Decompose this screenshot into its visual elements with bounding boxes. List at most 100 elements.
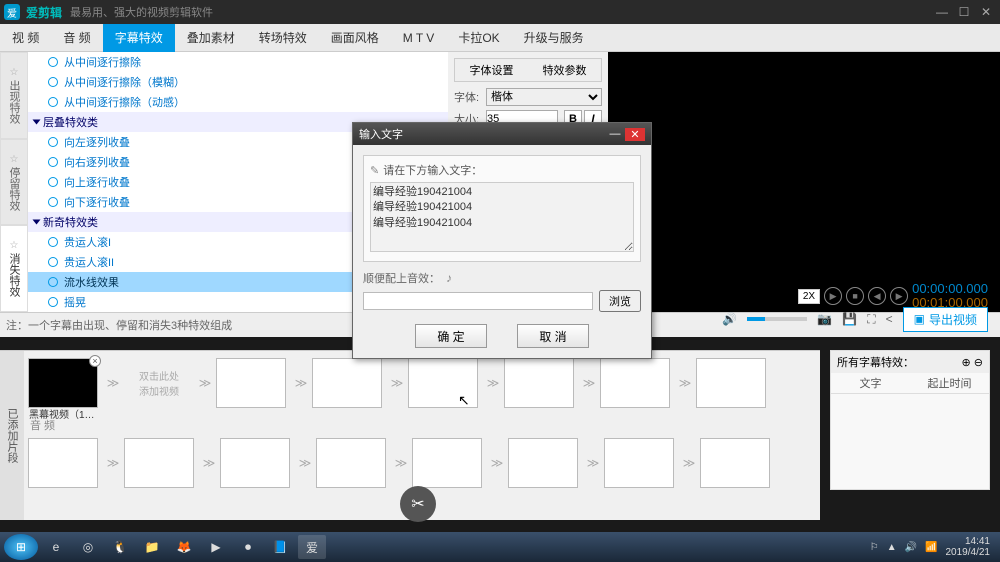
remove-subtitle-icon[interactable]: ⊖ [974, 356, 983, 369]
tab-audio[interactable]: 音 频 [51, 24, 102, 52]
empty-clip[interactable] [216, 358, 286, 408]
arrow-icon: ≫ [676, 374, 694, 392]
tab-video[interactable]: 视 频 [0, 24, 51, 52]
export-icon: ▣ [914, 312, 925, 326]
timeline-side-label: 已添加片段 [0, 351, 24, 520]
empty-clip[interactable] [604, 438, 674, 488]
remove-clip-icon[interactable]: × [89, 355, 101, 367]
windows-taskbar: ⊞ e ◎ 🐧 📁 🦊 ▶ ⏺ 📘 爱 ⚐ ▲ 🔊 📶 14:41 2019/4… [0, 532, 1000, 562]
taskbar-ie[interactable]: e [42, 535, 70, 559]
video-preview[interactable] [608, 52, 1000, 312]
font-label: 字体: [454, 89, 486, 105]
minimize-button[interactable]: — [932, 4, 952, 20]
titlebar: 爱 爱剪辑 最易用、强大的视频剪辑软件 — ☐ ✕ [0, 0, 1000, 24]
prev-frame-button[interactable]: ◀ [868, 287, 886, 305]
taskbar-record[interactable]: ⏺ [234, 535, 262, 559]
fonttab-font[interactable]: 字体设置 [455, 59, 528, 81]
empty-clip[interactable] [316, 438, 386, 488]
maximize-button[interactable]: ☐ [954, 4, 974, 20]
app-icon: 爱 [4, 4, 20, 20]
dialog-section-label: 请在下方输入文字： [383, 162, 482, 178]
fullscreen-icon[interactable]: ⛶ [867, 312, 875, 327]
tray-up-icon[interactable]: ▲ [887, 542, 897, 553]
tray-network-icon[interactable]: 📶 [925, 542, 937, 553]
next-frame-button[interactable]: ▶ [890, 287, 908, 305]
tab-overlay[interactable]: 叠加素材 [175, 24, 247, 52]
start-button[interactable]: ⊞ [4, 534, 38, 560]
empty-clip[interactable] [600, 358, 670, 408]
volume-icon[interactable]: 🔊 [722, 312, 737, 326]
cancel-button[interactable]: 取 消 [517, 324, 589, 348]
main-tabs: 视 频 音 频 字幕特效 叠加素材 转场特效 画面风格 M T V 卡拉OK 升… [0, 24, 1000, 52]
arrow-icon: ≫ [580, 374, 598, 392]
empty-clip[interactable] [408, 358, 478, 408]
empty-clip[interactable] [696, 358, 766, 408]
empty-clip[interactable] [312, 358, 382, 408]
empty-clip[interactable] [412, 438, 482, 488]
close-button[interactable]: ✕ [976, 4, 996, 20]
taskbar-qq[interactable]: 🐧 [106, 535, 134, 559]
effect-item[interactable]: 从中间逐行擦除（模糊） [28, 72, 448, 92]
play-button[interactable]: ▶ [824, 287, 842, 305]
sound-path-input[interactable] [363, 292, 593, 310]
dialog-title: 输入文字 [359, 126, 605, 142]
share-icon[interactable]: < [886, 312, 893, 326]
fonttab-fxparam[interactable]: 特效参数 [528, 59, 601, 81]
dialog-minimize[interactable]: — [605, 128, 625, 140]
dialog-close[interactable]: ✕ [625, 128, 645, 141]
font-select[interactable]: 楷体 [486, 88, 602, 106]
empty-clip[interactable] [700, 438, 770, 488]
video-track: × 黑幕视频（1… ≫ 双击此处添加视频 ≫ ≫ ≫ ≫ ≫ ≫ [28, 355, 816, 411]
col-time: 起止时间 [910, 373, 989, 393]
browse-button[interactable]: 浏览 [599, 290, 641, 312]
volume-slider[interactable] [747, 317, 807, 321]
taskbar-aijianji[interactable]: 爱 [298, 535, 326, 559]
cut-button[interactable]: ✂ [400, 486, 436, 520]
edit-icon: ✎ [370, 164, 379, 177]
add-video-hint[interactable]: 双击此处添加视频 [124, 358, 194, 408]
subtitle-panel: 所有字幕特效： ⊕ ⊖ 文字 起止时间 [830, 350, 990, 490]
effect-item[interactable]: 从中间逐行擦除（动感） [28, 92, 448, 112]
taskbar-chrome[interactable]: ◎ [74, 535, 102, 559]
sidetab-stay[interactable]: ☆停留特效 [0, 139, 28, 226]
timeline: 已添加片段 × 黑幕视频（1… ≫ 双击此处添加视频 ≫ ≫ ≫ ≫ ≫ ≫ 音… [0, 350, 820, 520]
dialog-titlebar[interactable]: 输入文字 — ✕ [353, 123, 651, 145]
app-name: 爱剪辑 [26, 4, 62, 21]
effect-item[interactable]: 从中间逐行擦除 [28, 52, 448, 72]
taskbar-notes[interactable]: 📘 [266, 535, 294, 559]
taskbar-player[interactable]: ▶ [202, 535, 230, 559]
tab-subtitle-fx[interactable]: 字幕特效 [103, 24, 175, 52]
tab-style[interactable]: 画面风格 [319, 24, 391, 52]
tab-mtv[interactable]: M T V [391, 24, 447, 52]
side-tabs: ☆出现特效 ☆停留特效 ☆消失特效 [0, 52, 28, 312]
tab-transition[interactable]: 转场特效 [247, 24, 319, 52]
playback-controls: 2X ▶ ■ ◀ ▶ 00:00:00.000 00:01:00.000 🔊 📷… [640, 285, 988, 329]
empty-clip[interactable] [508, 438, 578, 488]
subtitle-panel-title: 所有字幕特效： [837, 354, 962, 370]
export-video-button[interactable]: ▣导出视频 [903, 307, 988, 332]
speed-indicator[interactable]: 2X [798, 289, 820, 304]
tab-upgrade[interactable]: 升级与服务 [512, 24, 596, 52]
empty-clip[interactable] [220, 438, 290, 488]
tray-flag-icon[interactable]: ⚐ [870, 542, 879, 553]
empty-clip[interactable] [504, 358, 574, 408]
audio-track: ≫ ≫ ≫ ≫ ≫ ≫ ≫ [28, 435, 816, 491]
arrow-icon: ≫ [388, 374, 406, 392]
save-icon[interactable]: 💾 [842, 312, 857, 326]
taskbar-explorer[interactable]: 📁 [138, 535, 166, 559]
ok-button[interactable]: 确 定 [415, 324, 487, 348]
tab-karaoke[interactable]: 卡拉OK [446, 24, 511, 52]
empty-clip[interactable] [124, 438, 194, 488]
tray-volume-icon[interactable]: 🔊 [905, 542, 917, 553]
sidetab-appear[interactable]: ☆出现特效 [0, 52, 28, 139]
add-subtitle-icon[interactable]: ⊕ [962, 356, 971, 369]
stop-button[interactable]: ■ [846, 287, 864, 305]
tray-clock[interactable]: 14:41 2019/4/21 [946, 536, 991, 558]
text-input[interactable]: 编导经验190421004 编导经验190421004 编导经验19042100… [370, 182, 634, 252]
empty-clip[interactable] [28, 438, 98, 488]
input-text-dialog: 输入文字 — ✕ ✎ 请在下方输入文字： 编导经验190421004 编导经验19… [352, 122, 652, 359]
taskbar-firefox[interactable]: 🦊 [170, 535, 198, 559]
snapshot-icon[interactable]: 📷 [817, 312, 832, 326]
video-clip[interactable]: × 黑幕视频（1… [28, 358, 98, 408]
sidetab-disappear[interactable]: ☆消失特效 [0, 225, 28, 312]
